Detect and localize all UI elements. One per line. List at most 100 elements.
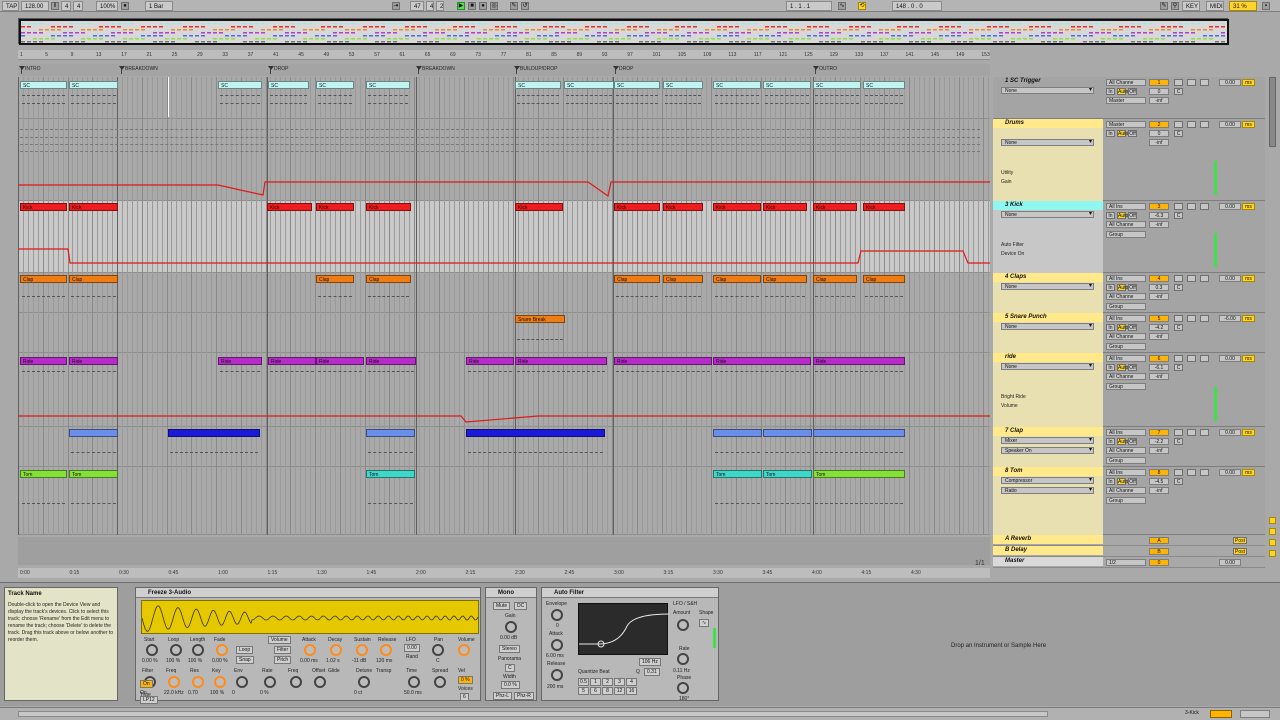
tempo-nudge-down-icon[interactable]: ‖	[51, 2, 59, 10]
parameter-knob[interactable]	[192, 644, 204, 656]
locator[interactable]: DROP	[612, 66, 633, 74]
output-menu[interactable]: All Channe	[1106, 333, 1146, 340]
loop-button[interactable]: Loop	[236, 646, 254, 654]
automation-chooser[interactable]: None	[1001, 363, 1094, 370]
filter-frequency-value[interactable]: 106 Hz	[639, 658, 661, 666]
metronome-icon[interactable]: ●	[121, 2, 129, 10]
track-header[interactable]: 8 TomCompressor Ratio All Ins All Channe Gro…	[993, 467, 1265, 535]
solo-button[interactable]	[1174, 469, 1183, 476]
monitor-auto-button[interactable]: Auto	[1117, 284, 1128, 291]
phase-right-button[interactable]: Phz-R	[514, 692, 534, 700]
clip[interactable]	[763, 429, 812, 437]
monitor-in-button[interactable]: In	[1106, 324, 1115, 331]
monitor-off-button[interactable]: Off	[1128, 324, 1137, 331]
clip[interactable]: Kick	[663, 203, 703, 211]
output-menu[interactable]: All Channe	[1106, 221, 1146, 228]
lfo-phase-knob[interactable]	[677, 682, 689, 694]
group-output-menu[interactable]: Group	[1106, 343, 1146, 350]
link-icon[interactable]: ⚲	[1171, 2, 1179, 10]
clip[interactable]: Ride	[466, 357, 514, 365]
volume-tab[interactable]: Volume	[268, 636, 291, 644]
loop-switch-icon[interactable]: ⟲	[858, 2, 866, 10]
record-arm-icon[interactable]	[1200, 315, 1209, 322]
follow-icon[interactable]: ⇥	[392, 2, 400, 10]
volume-value[interactable]: -6.3	[1149, 212, 1169, 219]
dc-button[interactable]: DC	[514, 602, 528, 610]
solo-button[interactable]	[1174, 275, 1183, 282]
monitor-off-button[interactable]: Off	[1128, 364, 1137, 371]
pan-value[interactable]: C	[1174, 130, 1183, 137]
clip[interactable]: Kick	[614, 203, 660, 211]
song-position-beat[interactable]: 4	[426, 1, 434, 11]
output-menu[interactable]: All Channe	[1106, 293, 1146, 300]
scroll-thumb[interactable]	[1269, 77, 1276, 147]
clip[interactable]: Ride	[218, 357, 262, 365]
clip[interactable]	[168, 429, 260, 437]
track-header[interactable]: 1 SC TriggerNone All Channe Master InAutoOf…	[993, 77, 1265, 119]
post-button[interactable]: Post	[1233, 537, 1247, 544]
delay-unit-button[interactable]: ms	[1242, 203, 1255, 210]
draw-mode-icon[interactable]: ∿	[838, 2, 846, 10]
overview-viewport[interactable]	[19, 19, 1229, 45]
envelope-knob[interactable]	[551, 609, 563, 621]
clip[interactable]: SC	[69, 81, 118, 89]
automation-chooser[interactable]: None	[1001, 87, 1094, 94]
track-number-button[interactable]: 7	[1149, 429, 1169, 436]
clip[interactable]: Clap	[69, 275, 118, 283]
clip[interactable]: Ride	[366, 357, 416, 365]
parameter-knob[interactable]	[216, 644, 228, 656]
volume-knob[interactable]	[458, 644, 470, 656]
monitor-off-button[interactable]: Off	[1128, 130, 1137, 137]
track-header[interactable]: 4 ClapsNone All Ins All Channe Group InAutoO…	[993, 273, 1265, 313]
track-header[interactable]: rideNone Bright Ride Volume All Ins All Chan…	[993, 353, 1265, 427]
post-button[interactable]: Post	[1233, 548, 1247, 555]
pan-value[interactable]: C	[1174, 88, 1183, 95]
quantize-beat-button[interactable]: 8	[602, 687, 613, 695]
stop-icon[interactable]: ■	[468, 2, 476, 10]
parameter-knob[interactable]	[330, 644, 342, 656]
delay-unit-button[interactable]: ms	[1242, 355, 1255, 362]
clip[interactable]: Kick	[763, 203, 807, 211]
parameter-knob[interactable]	[146, 644, 158, 656]
clip[interactable]: SC	[316, 81, 354, 89]
parameter-knob[interactable]	[170, 644, 182, 656]
quantize-beat-button[interactable]: 3	[614, 678, 625, 686]
attack-knob[interactable]	[551, 639, 563, 651]
track-header[interactable]: Drums None Utility Gain Master InAutoOff 2 0 -in…	[993, 119, 1265, 201]
parameter-chooser[interactable]: Ratio	[1001, 487, 1094, 494]
send-value[interactable]: -inf	[1149, 221, 1169, 228]
loop-length-field[interactable]: 148 . 0 . 0	[892, 1, 942, 11]
simpler-device[interactable]: Freeze 3-Audio Start 0.00 % Loop 100 % Lengt…	[135, 587, 481, 704]
pitch-tab[interactable]: Pitch	[274, 656, 292, 664]
signature-denominator[interactable]: 4	[73, 1, 83, 11]
parameter-knob[interactable]	[264, 676, 276, 688]
quantize-beat-button[interactable]: 2	[602, 678, 613, 686]
solo-button[interactable]	[1174, 121, 1183, 128]
arm-button[interactable]	[1187, 429, 1196, 436]
track-name[interactable]: Drums	[993, 119, 1103, 128]
track-name[interactable]: 1 SC Trigger	[993, 77, 1103, 86]
arm-button[interactable]	[1187, 469, 1196, 476]
group-output-menu[interactable]: Group	[1106, 497, 1146, 504]
tempo-field[interactable]: 128.00	[21, 1, 49, 11]
clip[interactable]: Clap	[863, 275, 905, 283]
track-volume-field[interactable]: 0.00	[1219, 429, 1241, 436]
automation-chooser[interactable]: None	[1001, 211, 1094, 218]
monitor-off-button[interactable]: Off	[1128, 478, 1137, 485]
parameter-knob[interactable]	[314, 676, 326, 688]
clip[interactable]	[713, 429, 762, 437]
volume-value[interactable]: -4.5	[1149, 478, 1169, 485]
clip[interactable]	[366, 429, 415, 437]
monitor-in-button[interactable]: In	[1106, 478, 1115, 485]
clip[interactable]: Ride	[515, 357, 607, 365]
clip[interactable]: Tom	[366, 470, 415, 478]
solo-button[interactable]	[1174, 79, 1183, 86]
track-name[interactable]: 5 Snare Punch	[993, 313, 1103, 322]
clip[interactable]: Tom	[69, 470, 118, 478]
group-output-menu[interactable]: Group	[1106, 457, 1146, 464]
delay-unit-button[interactable]: ms	[1242, 315, 1255, 322]
parameter-knob[interactable]	[380, 644, 392, 656]
input-type-menu[interactable]: All Ins	[1106, 469, 1146, 476]
clip[interactable]: Ride	[316, 357, 364, 365]
clip[interactable]	[69, 429, 118, 437]
